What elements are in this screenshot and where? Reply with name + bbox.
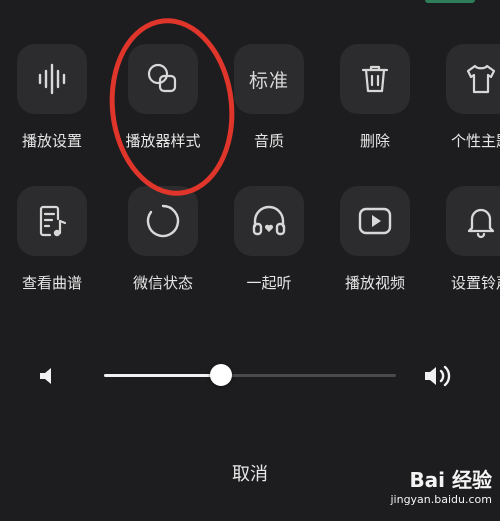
options-row-2: 查看曲谱 微信状态 一起听 播放视频 设置铃 xyxy=(0,182,500,302)
options-row-1: 播放设置 播放器样式 标准 音质 删除 个性主 xyxy=(0,40,500,160)
tile-play-video[interactable]: 播放视频 xyxy=(320,182,430,302)
tile-box xyxy=(446,186,500,256)
tile-box xyxy=(446,44,500,114)
watermark-url: jingyan.baidu.com xyxy=(390,493,492,506)
circle-ring-icon xyxy=(146,204,180,238)
headphones-heart-icon xyxy=(252,205,286,236)
tile-listen-together[interactable]: 一起听 xyxy=(214,182,324,302)
tile-label: 查看曲谱 xyxy=(21,274,82,292)
tile-label: 播放设置 xyxy=(21,132,82,150)
tile-label: 一起听 xyxy=(246,274,292,292)
tile-set-ringtone[interactable]: 设置铃声 xyxy=(426,182,500,302)
more-options-sheet: 播放设置 播放器样式 标准 音质 删除 个性主 查看曲谱 微信状态 一起听 播放… xyxy=(0,0,500,521)
overlap-squares-icon xyxy=(147,63,177,93)
cancel-button[interactable]: 取消 xyxy=(200,458,300,490)
tile-box xyxy=(234,186,304,256)
top-accent-bar xyxy=(425,0,475,3)
tile-delete[interactable]: 删除 xyxy=(320,40,430,160)
baidu-jingyan-watermark: Bai 经验 jingyan.baidu.com xyxy=(372,467,492,517)
tile-label: 音质 xyxy=(253,132,284,150)
tile-audio-quality[interactable]: 标准 音质 xyxy=(214,40,324,160)
tile-label: 设置铃声 xyxy=(450,274,500,292)
tile-box xyxy=(340,44,410,114)
tile-box xyxy=(340,186,410,256)
tile-wechat-status[interactable]: 微信状态 xyxy=(108,182,218,302)
watermark-logo: Bai 经验 xyxy=(409,468,492,492)
sheet-music-icon xyxy=(39,205,67,237)
tile-label: 播放视频 xyxy=(344,274,405,292)
trash-icon xyxy=(361,65,389,93)
tile-box xyxy=(17,44,87,114)
tile-label: 个性主题 xyxy=(450,132,500,150)
play-video-icon xyxy=(358,207,392,235)
tile-playback-settings[interactable]: 播放设置 xyxy=(0,40,107,160)
tile-view-sheet-music[interactable]: 查看曲谱 xyxy=(0,182,107,302)
tile-box xyxy=(128,44,198,114)
volume-high-icon[interactable] xyxy=(422,362,456,390)
tile-label: 微信状态 xyxy=(132,274,193,292)
waveform-icon xyxy=(38,63,66,95)
tile-player-style[interactable]: 播放器样式 xyxy=(108,40,218,160)
bell-icon xyxy=(467,208,495,239)
tile-label: 删除 xyxy=(359,132,390,150)
tile-label: 播放器样式 xyxy=(125,132,201,150)
tile-box: 标准 xyxy=(234,44,304,114)
volume-slider-fill xyxy=(104,374,221,377)
tshirt-icon xyxy=(466,64,496,94)
volume-low-icon[interactable] xyxy=(36,364,60,388)
tile-personal-theme[interactable]: 个性主题 xyxy=(426,40,500,160)
tile-box xyxy=(128,186,198,256)
quality-text-badge: 标准 xyxy=(248,69,289,92)
tile-box xyxy=(17,186,87,256)
volume-control xyxy=(0,356,500,396)
volume-slider-thumb[interactable] xyxy=(209,364,232,386)
volume-slider-track[interactable] xyxy=(104,374,396,377)
